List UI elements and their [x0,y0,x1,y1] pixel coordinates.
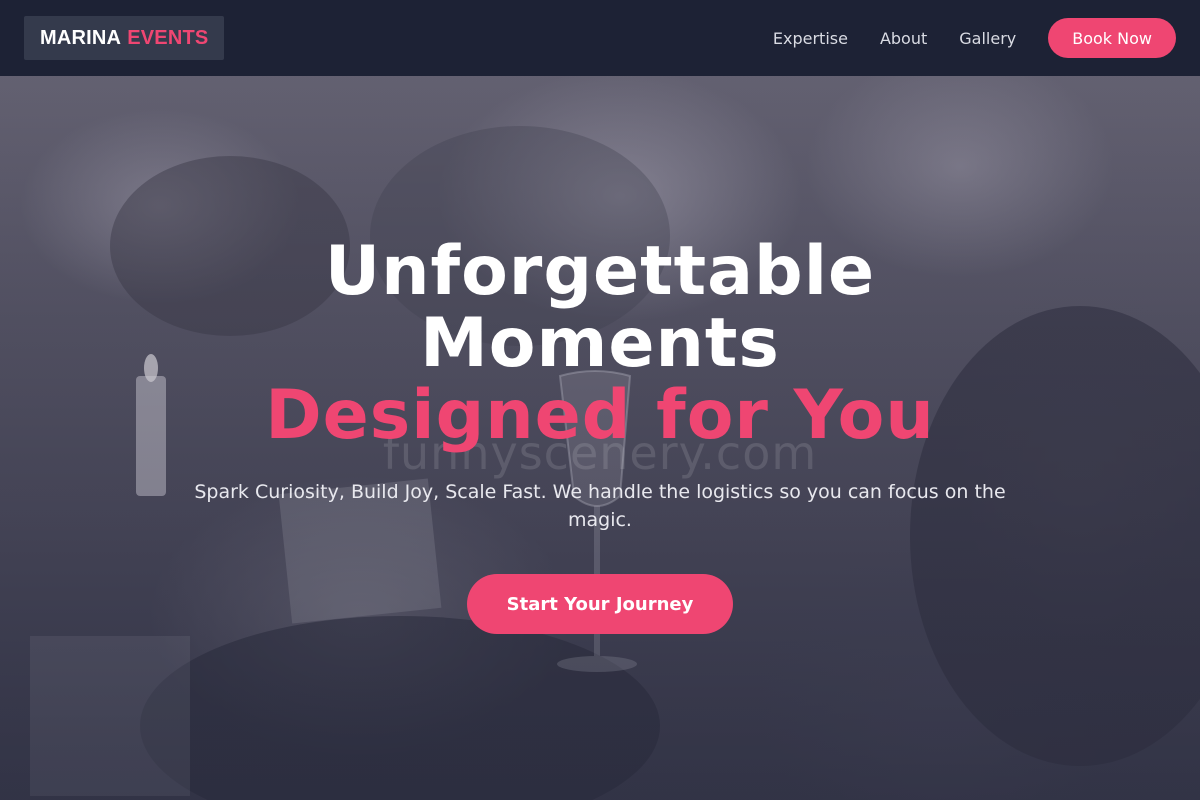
nav-link-gallery[interactable]: Gallery [959,29,1016,48]
headline-line-2: Moments [420,304,780,383]
logo-word-events: EVENTS [127,26,209,49]
hero-headline: Unforgettable Moments Designed for You [0,236,1200,452]
hero-content: funnyscenery.com Unforgettable Moments D… [0,76,1200,800]
logo-word-marina: MARINA [40,26,122,49]
nav-link-expertise[interactable]: Expertise [773,29,848,48]
site-header: MARINA EVENTS Expertise About Gallery Bo… [0,0,1200,76]
main-nav: Expertise About Gallery Book Now [773,18,1176,58]
nav-link-about[interactable]: About [880,29,927,48]
hero-section: funnyscenery.com Unforgettable Moments D… [0,76,1200,800]
book-now-button[interactable]: Book Now [1048,18,1176,58]
hero-subtitle: Spark Curiosity, Build Joy, Scale Fast. … [194,481,1006,531]
headline-line-1: Unforgettable [324,232,876,311]
headline-accent: Designed for You [265,376,935,455]
start-journey-button[interactable]: Start Your Journey [467,574,733,634]
logo[interactable]: MARINA EVENTS [24,16,225,60]
